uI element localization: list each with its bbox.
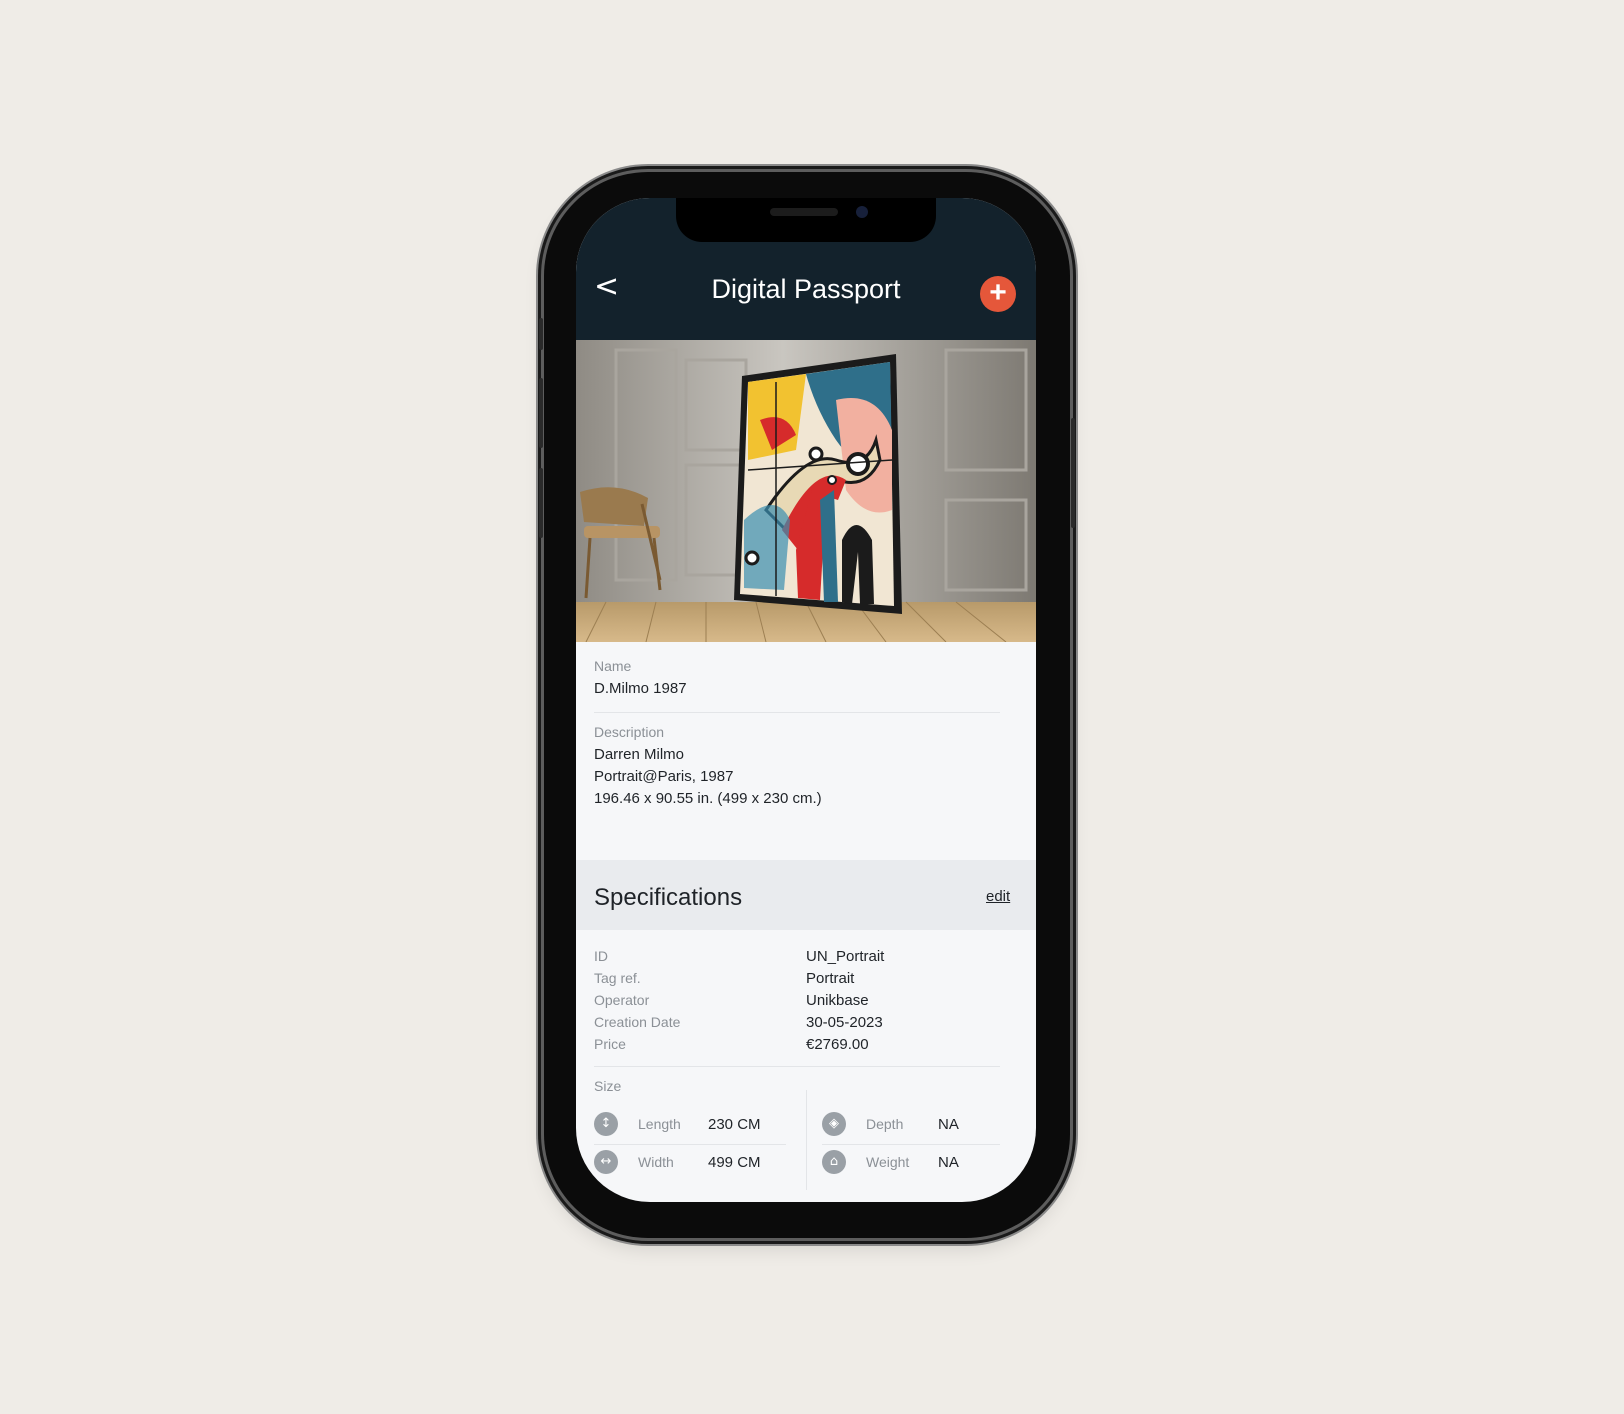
divider (594, 712, 1000, 713)
divider (594, 1066, 1000, 1067)
spec-value: Portrait (806, 970, 855, 987)
section-title: Specifications (594, 884, 743, 911)
plus-icon[interactable]: + (980, 276, 1016, 312)
edit-link[interactable]: edit (986, 888, 1010, 905)
phone-screen: < Digital Passport + Name D.Milmo 1987 D… (576, 198, 1036, 1202)
floor (576, 602, 1036, 642)
size-label: Size (594, 1078, 622, 1094)
front-camera (856, 206, 868, 218)
spec-label: Creation Date (594, 1014, 681, 1030)
description-line: Darren Milmo (594, 746, 685, 763)
spec-value: 30-05-2023 (806, 1014, 883, 1031)
description-line: 196.46 x 90.55 in. (499 x 230 cm.) (594, 790, 822, 807)
spec-value: Unikbase (806, 992, 869, 1009)
notch (676, 198, 936, 242)
name-label: Name (594, 658, 632, 674)
length-label: Length (638, 1116, 681, 1132)
spec-value: UN_Portrait (806, 948, 885, 965)
painting (734, 354, 902, 614)
details-section: Name D.Milmo 1987 Description Darren Mil… (576, 642, 1036, 860)
mute-switch (539, 318, 543, 350)
page-title: Digital Passport (711, 274, 901, 304)
weight-value: NA (938, 1154, 959, 1171)
spec-label: Tag ref. (594, 970, 641, 986)
depth-icon: ◈ (822, 1112, 846, 1136)
specifications-header: Specifications edit (576, 860, 1036, 930)
weight-label: Weight (866, 1154, 910, 1170)
divider (594, 1144, 786, 1145)
description-line: Portrait@Paris, 1987 (594, 768, 734, 785)
volume-up-button (539, 378, 543, 448)
length-value: 230 CM (708, 1116, 761, 1133)
spec-label: Price (594, 1036, 626, 1052)
divider (822, 1144, 1000, 1145)
depth-label: Depth (866, 1116, 904, 1132)
spec-label: Operator (594, 992, 650, 1008)
spec-label: ID (594, 948, 608, 964)
length-icon: ↕ (594, 1112, 618, 1136)
description-label: Description (594, 724, 665, 740)
speaker-grille (770, 208, 838, 216)
spec-value: €2769.00 (806, 1036, 869, 1053)
power-button (1071, 418, 1075, 528)
depth-value: NA (938, 1116, 959, 1133)
name-value: D.Milmo 1987 (594, 680, 687, 697)
volume-down-button (539, 468, 543, 538)
width-value: 499 CM (708, 1154, 761, 1171)
width-label: Width (638, 1154, 674, 1170)
width-icon: ↔ (594, 1150, 618, 1174)
weight-icon: ⌂ (822, 1150, 846, 1174)
column-divider (806, 1090, 807, 1190)
artwork-photo (576, 340, 1036, 642)
